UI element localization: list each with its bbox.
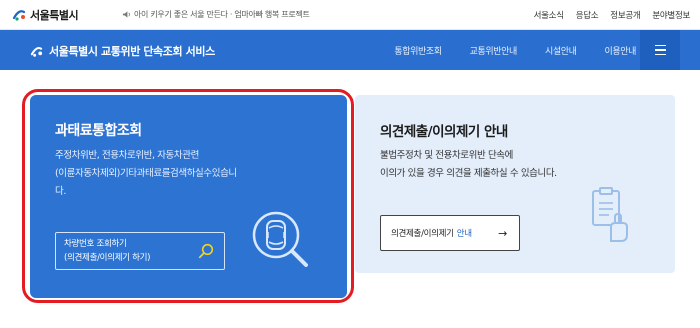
button-emphasis: 안내 bbox=[456, 229, 472, 239]
campaign-banner[interactable]: 아이 키우기 좋은 서울 만든다 · 엄마아빠 행복 프로젝트 bbox=[122, 9, 310, 20]
nav-item-integrated-violation[interactable]: 통합위반조회 bbox=[394, 44, 442, 57]
opinion-guide-title: 의견제출/이의제기 안내 bbox=[380, 124, 508, 140]
service-brand[interactable]: 서울특별시 교통위반 단속조회 서비스 bbox=[30, 43, 215, 59]
button-label: 의견제출/이의제기 bbox=[391, 229, 454, 239]
speaker-icon bbox=[122, 11, 130, 18]
seoul-logo[interactable]: 서울특별시 bbox=[12, 7, 79, 23]
util-link-disclosure[interactable]: 정보공개 bbox=[610, 9, 640, 21]
brand-logo-icon bbox=[30, 46, 43, 57]
arrow-right-icon: → bbox=[498, 227, 507, 240]
hamburger-icon-line bbox=[654, 53, 666, 56]
campaign-text: 아이 키우기 좋은 서울 만든다 · 엄마아빠 행복 프로젝트 bbox=[134, 10, 310, 19]
fine-inquiry-title: 과태료통합조회 bbox=[55, 123, 142, 139]
search-icon bbox=[198, 243, 214, 259]
desc-line: 이의가 있을 경우 의견을 제출하실 수 있습니다. bbox=[380, 168, 557, 179]
util-link-news[interactable]: 서울소식 bbox=[534, 9, 564, 21]
opinion-guide-button[interactable]: 의견제출/이의제기 안내 → bbox=[380, 215, 520, 251]
opinion-guide-description: 불법주정차 및 전용차로위반 단속에 이의가 있을 경우 의견을 제출하실 수 … bbox=[380, 147, 630, 183]
desc-line: 불법주정차 및 전용차로위반 단속에 bbox=[380, 150, 513, 161]
top-utility-bar: 서울특별시 아이 키우기 좋은 서울 만든다 · 엄마아빠 행복 프로젝트 서울… bbox=[0, 0, 700, 30]
hamburger-icon-line bbox=[654, 44, 666, 47]
logo-text: 서울특별시 bbox=[30, 9, 79, 22]
util-link-field-info[interactable]: 분야별정보 bbox=[652, 9, 690, 21]
desc-line: (이륜자동차제외)기타과태료를검색하실수있습니 bbox=[55, 168, 237, 179]
brand-title: 서울특별시 교통위반 단속조회 서비스 bbox=[49, 45, 215, 58]
seoul-logo-icon bbox=[12, 10, 26, 21]
utility-links: 서울소식 응답소 정보공개 분야별정보 bbox=[534, 9, 691, 21]
desc-line: 주정차위반, 전용차로위반, 자동차관련 bbox=[55, 150, 199, 161]
nav-item-usage-guide[interactable]: 이용안내 bbox=[604, 44, 636, 57]
document-hand-icon bbox=[592, 187, 628, 242]
nav-menu: 통합위반조회 교통위반안내 시설안내 이용안내 bbox=[366, 44, 636, 57]
desc-line: 다. bbox=[55, 186, 66, 197]
vehicle-number-search-button[interactable]: 차량번호 조회하기 (의견제출/이의제기 하기) bbox=[55, 232, 225, 270]
main-navbar: 서울특별시 교통위반 단속조회 서비스 통합위반조회 교통위반안내 시설안내 이… bbox=[0, 30, 700, 70]
car-search-icon bbox=[252, 211, 308, 267]
nav-item-traffic-guide[interactable]: 교통위반안내 bbox=[470, 44, 518, 57]
fine-inquiry-description: 주정차위반, 전용차로위반, 자동차관련 (이륜자동차제외)기타과태료를검색하실… bbox=[55, 147, 335, 201]
hamburger-icon-line bbox=[654, 49, 666, 51]
nav-item-facility-guide[interactable]: 시설안내 bbox=[545, 44, 577, 57]
hamburger-menu-button[interactable] bbox=[640, 30, 680, 70]
util-link-response[interactable]: 응답소 bbox=[576, 9, 599, 21]
